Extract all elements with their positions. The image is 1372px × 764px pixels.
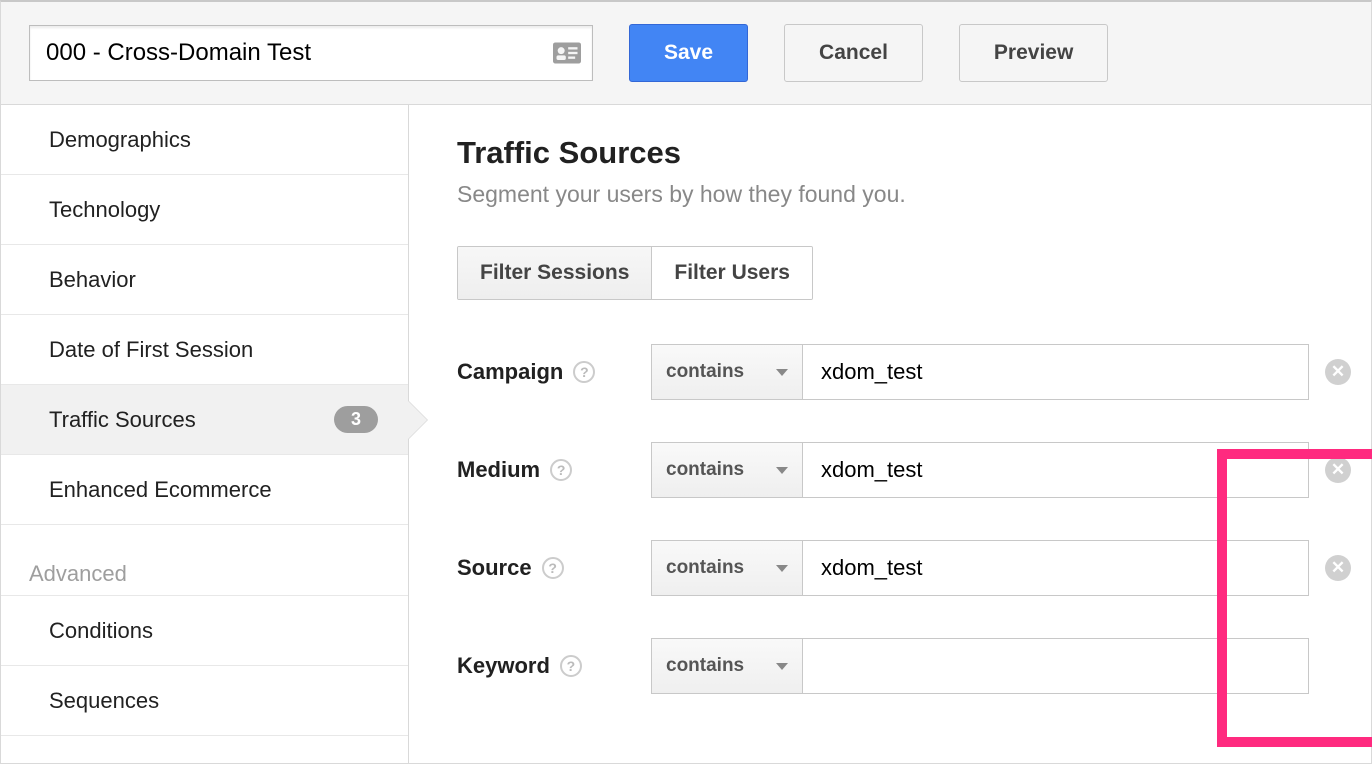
filter-value-campaign[interactable] — [803, 344, 1309, 400]
sidebar-item-label: Enhanced Ecommerce — [49, 477, 272, 503]
filter-row-source: Source ? contains ✕ — [457, 540, 1351, 596]
sidebar-item-enhanced-ecommerce[interactable]: Enhanced Ecommerce — [1, 455, 408, 525]
chevron-down-icon — [776, 565, 788, 572]
clear-icon[interactable]: ✕ — [1325, 457, 1351, 483]
sidebar-item-label: Conditions — [49, 618, 153, 644]
filter-value-medium[interactable] — [803, 442, 1309, 498]
sidebar-item-label: Date of First Session — [49, 337, 253, 363]
filter-label: Keyword ? — [457, 653, 651, 679]
sidebar-item-label: Demographics — [49, 127, 191, 153]
sidebar-item-label: Traffic Sources — [49, 407, 196, 433]
operator-select-campaign[interactable]: contains — [651, 344, 803, 400]
preview-button[interactable]: Preview — [959, 24, 1108, 82]
segment-builder: Save Cancel Preview Demographics Technol… — [0, 0, 1372, 764]
sidebar-item-behavior[interactable]: Behavior — [1, 245, 408, 315]
help-icon[interactable]: ? — [542, 557, 564, 579]
save-button[interactable]: Save — [629, 24, 748, 82]
sidebar-item-sequences[interactable]: Sequences — [1, 666, 408, 736]
filter-label: Medium ? — [457, 457, 651, 483]
filter-value-keyword[interactable] — [803, 638, 1309, 694]
operator-select-source[interactable]: contains — [651, 540, 803, 596]
filter-row-medium: Medium ? contains ✕ — [457, 442, 1351, 498]
sidebar-section-advanced: Advanced — [1, 525, 408, 596]
filter-label: Source ? — [457, 555, 651, 581]
sidebar-item-label: Technology — [49, 197, 160, 223]
clear-icon[interactable]: ✕ — [1325, 555, 1351, 581]
sidebar-item-technology[interactable]: Technology — [1, 175, 408, 245]
chevron-down-icon — [776, 467, 788, 474]
id-card-icon — [553, 42, 581, 64]
filter-label: Campaign ? — [457, 359, 651, 385]
sidebar: Demographics Technology Behavior Date of… — [1, 105, 409, 763]
segment-name-input[interactable] — [29, 25, 593, 81]
sidebar-item-traffic-sources[interactable]: Traffic Sources 3 — [1, 385, 408, 455]
operator-select-keyword[interactable]: contains — [651, 638, 803, 694]
help-icon[interactable]: ? — [560, 655, 582, 677]
segment-name-wrap — [29, 25, 593, 81]
tab-filter-sessions[interactable]: Filter Sessions — [458, 247, 652, 299]
clear-icon[interactable]: ✕ — [1325, 359, 1351, 385]
sidebar-item-badge: 3 — [334, 406, 378, 433]
topbar: Save Cancel Preview — [1, 2, 1371, 105]
filter-row-keyword: Keyword ? contains — [457, 638, 1351, 694]
sidebar-item-conditions[interactable]: Conditions — [1, 596, 408, 666]
chevron-down-icon — [776, 369, 788, 376]
sidebar-item-label: Sequences — [49, 688, 159, 714]
operator-select-medium[interactable]: contains — [651, 442, 803, 498]
cancel-button[interactable]: Cancel — [784, 24, 923, 82]
help-icon[interactable]: ? — [550, 459, 572, 481]
filter-scope-tabs: Filter Sessions Filter Users — [457, 246, 813, 300]
filter-row-campaign: Campaign ? contains ✕ — [457, 344, 1351, 400]
main-panel: Traffic Sources Segment your users by ho… — [409, 105, 1372, 763]
help-icon[interactable]: ? — [573, 361, 595, 383]
panel-subtitle: Segment your users by how they found you… — [457, 181, 1351, 208]
body: Demographics Technology Behavior Date of… — [1, 105, 1371, 763]
filter-value-source[interactable] — [803, 540, 1309, 596]
sidebar-item-demographics[interactable]: Demographics — [1, 105, 408, 175]
sidebar-item-label: Behavior — [49, 267, 136, 293]
panel-title: Traffic Sources — [457, 135, 1351, 171]
sidebar-item-first-session[interactable]: Date of First Session — [1, 315, 408, 385]
chevron-down-icon — [776, 663, 788, 670]
tab-filter-users[interactable]: Filter Users — [652, 247, 812, 299]
